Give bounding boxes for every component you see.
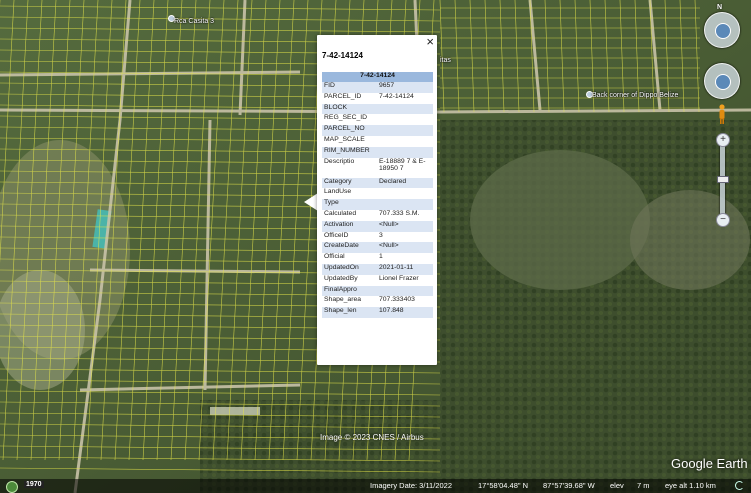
attribute-value: 2021-01-11 <box>377 263 433 275</box>
attribute-key: Category <box>322 177 377 189</box>
attribute-key: Calculated <box>324 209 357 217</box>
attribute-row: Calculated 707.333 S.M. <box>322 210 433 221</box>
attribute-value <box>377 103 433 115</box>
attribute-value <box>377 188 433 199</box>
zoom-slider-thumb[interactable] <box>717 176 729 183</box>
attribute-row: OfficeID 3 <box>322 232 433 243</box>
attribute-value <box>377 146 433 158</box>
loading-icon <box>735 481 744 490</box>
attribute-value: 7-42-14124 <box>379 92 414 100</box>
attribute-key: Activation <box>322 220 377 232</box>
attribute-row: PARCEL_ID 7-42-14124 <box>322 93 433 104</box>
close-icon[interactable]: × <box>426 35 434 49</box>
place-label: Rca Casita 3 <box>174 18 215 25</box>
attribute-key: OfficeID <box>324 231 349 239</box>
attribute-row: UpdatedBy Lionel Frazer <box>322 275 433 286</box>
attribute-key: UpdatedBy <box>324 274 358 282</box>
table-header: 7-42-14124 <box>322 72 433 82</box>
parcel-info-popup: × 7-42-14124 7-42-14124 FID 9657 PARCEL_ID… <box>317 35 437 365</box>
attribute-row: Official 1 <box>322 253 433 264</box>
attribute-value <box>377 199 433 210</box>
attribute-key: PARCEL_NO <box>322 125 377 136</box>
move-joystick[interactable] <box>704 63 740 99</box>
attribute-key: Shape_area <box>324 296 362 304</box>
eye-altitude: eye alt 1.10 km <box>665 481 716 490</box>
attribute-row: MAP_SCALE <box>322 136 433 147</box>
latitude-readout: 17°58'04.48" N <box>478 481 529 490</box>
attribute-key: Official <box>324 253 345 261</box>
attribute-table: 7-42-14124 FID 9657 PARCEL_ID 7-42-14124 BLO… <box>322 72 433 318</box>
attribute-value <box>377 125 433 136</box>
zoom-in-button[interactable]: + <box>716 133 730 147</box>
attribute-row: Type <box>322 199 433 210</box>
attribute-key: BLOCK <box>322 103 377 115</box>
attribute-row: FID 9657 <box>322 82 433 93</box>
attribute-row: Shape_len 107.848 <box>322 307 433 318</box>
popup-title: 7-42-14124 <box>322 51 363 60</box>
place-label: itas <box>440 57 451 64</box>
attribute-row: UpdatedOn 2021-01-11 <box>322 263 433 275</box>
attribute-key: UpdatedOn <box>322 263 377 275</box>
zoom-out-button[interactable]: − <box>716 213 730 227</box>
historical-imagery-icon[interactable] <box>6 481 18 493</box>
attribute-row: FinalAppro <box>322 285 433 297</box>
history-year-badge: 1970 <box>24 481 44 488</box>
attribute-key: FinalAppro <box>322 285 377 297</box>
attribute-key: FID <box>322 82 377 93</box>
attribute-row: Activation <Null> <box>322 220 433 232</box>
attribute-row: PARCEL_NO <box>322 125 433 136</box>
attribute-row: RIM_NUMBER <box>322 146 433 158</box>
attribute-value: E-18889 7 & E-18950 7 <box>379 157 426 172</box>
attribute-row: CreateDate <Null> <box>322 242 433 254</box>
attribute-row: LandUse <box>322 188 433 199</box>
attribute-key: LandUse <box>324 188 352 196</box>
attribute-value: <Null> <box>377 242 433 254</box>
attribute-value: 1 <box>379 253 383 261</box>
attribute-value: 9657 <box>377 82 433 93</box>
look-joystick[interactable] <box>704 12 740 48</box>
attribute-key: MAP_SCALE <box>324 135 365 143</box>
google-earth-logo: Google Earth <box>671 456 748 471</box>
attribute-key: REG_SEC_ID <box>324 114 368 122</box>
attribute-key: Type <box>322 199 377 210</box>
attribute-key: CreateDate <box>322 242 377 254</box>
imagery-copyright: Image © 2023 CNES / Airbus <box>320 433 424 442</box>
attribute-value: <Null> <box>377 220 433 232</box>
attribute-key: RIM_NUMBER <box>322 146 377 158</box>
north-indicator: N <box>717 4 723 11</box>
attribute-row: Descriptio E-18889 7 & E-18950 7 <box>322 158 433 178</box>
longitude-readout: 87°57'39.68" W <box>543 481 595 490</box>
attribute-value: 707.333 S.M. <box>379 209 420 217</box>
attribute-key: PARCEL_ID <box>324 92 362 100</box>
attribute-value <box>377 285 433 297</box>
imagery-date: Imagery Date: 3/11/2022 <box>370 481 452 490</box>
attribute-row: REG_SEC_ID <box>322 114 433 125</box>
attribute-row: Category Declared <box>322 177 433 189</box>
attribute-row: BLOCK <box>322 103 433 115</box>
attribute-key: Shape_len <box>322 307 377 318</box>
eye-icon <box>715 23 731 39</box>
attribute-key: Descriptio <box>324 157 355 165</box>
attribute-value <box>377 114 433 125</box>
elevation-value: 7 m <box>637 481 650 490</box>
attribute-value <box>377 136 433 147</box>
attribute-row: Shape_area 707.333403 <box>322 296 433 307</box>
street-view-pegman-icon[interactable] <box>718 104 726 124</box>
place-label: Back corner of Dippo Belize <box>592 92 679 99</box>
attribute-value: 3 <box>379 231 383 239</box>
popup-pointer <box>304 193 318 211</box>
attribute-value: 707.333403 <box>379 296 415 304</box>
attribute-value: 107.848 <box>377 307 433 318</box>
status-bar: Imagery Date: 3/11/2022 17°58'04.48" N 8… <box>0 479 751 493</box>
hand-icon <box>715 74 731 90</box>
elevation-label: elev <box>610 481 624 490</box>
attribute-value: Declared <box>377 177 433 189</box>
attribute-value: Lionel Frazer <box>379 274 419 282</box>
